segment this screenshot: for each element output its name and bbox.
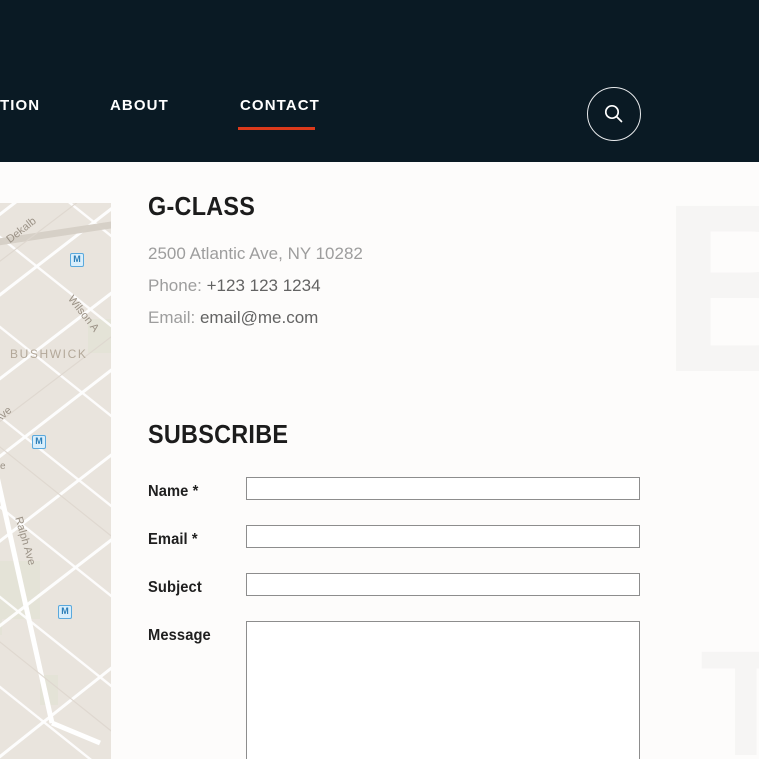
contact-details: 2500 Atlantic Ave, NY 10282 Phone: +123 …	[148, 238, 668, 334]
form-row: Name *	[148, 477, 668, 525]
email-value[interactable]: email@me.com	[200, 308, 318, 327]
site-header: TION ABOUT CONTACT	[0, 0, 759, 162]
form-label-text: Subject	[148, 579, 202, 596]
map-graphic	[0, 203, 111, 759]
form-row: Message	[148, 621, 668, 759]
subway-marker[interactable]: M	[32, 435, 46, 449]
subscribe-title: SUBSCRIBE	[148, 419, 289, 449]
page-title: G-CLASS	[148, 191, 256, 221]
email-field[interactable]	[246, 525, 640, 548]
nav-item-label: CONTACT	[240, 97, 320, 114]
form-label-text: Message	[148, 627, 211, 644]
subject-field-label: Subject	[148, 579, 202, 597]
nav-item-contact[interactable]: CONTACT	[240, 96, 320, 116]
form-label-text: Name	[148, 483, 189, 500]
phone-line: Phone: +123 123 1234	[148, 270, 668, 302]
form-row: Email *	[148, 525, 668, 573]
phone-value[interactable]: +123 123 1234	[207, 276, 321, 295]
form-label-text: Email	[148, 531, 188, 548]
nav-item-label: TION	[0, 97, 41, 114]
email-line: Email: email@me.com	[148, 302, 668, 334]
required-marker: *	[187, 531, 198, 548]
watermark-letter-t: T	[700, 628, 759, 759]
subway-marker[interactable]: M	[58, 605, 72, 619]
location-map[interactable]: DekalbWilson ABUSHWICKAveRalph AveteMMM	[0, 203, 111, 759]
message-field-label: Message	[148, 627, 211, 645]
address-line: 2500 Atlantic Ave, NY 10282	[148, 238, 668, 270]
subject-field[interactable]	[246, 573, 640, 596]
subway-marker[interactable]: M	[70, 253, 84, 267]
required-marker: *	[188, 483, 199, 500]
search-icon	[604, 104, 623, 123]
name-field-label: Name *	[148, 483, 198, 501]
phone-label: Phone:	[148, 276, 202, 295]
search-button[interactable]	[587, 87, 641, 141]
contact-content: G-CLASS 2500 Atlantic Ave, NY 10282 Phon…	[148, 190, 668, 759]
nav-item-label: ABOUT	[110, 97, 169, 114]
email-label: Email:	[148, 308, 196, 327]
nav-item-about[interactable]: ABOUT	[110, 96, 169, 116]
email-field-label: Email *	[148, 531, 198, 549]
active-nav-underline	[238, 127, 315, 130]
subscribe-form: Name * Email * Subject Message	[148, 477, 668, 759]
page-root: B T TION ABOUT CONTACT	[0, 0, 759, 759]
address-text: 2500 Atlantic Ave, NY 10282	[148, 244, 363, 263]
message-field[interactable]	[246, 621, 640, 759]
form-row: Subject	[148, 573, 668, 621]
name-field[interactable]	[246, 477, 640, 500]
watermark-letter-b: B	[660, 168, 759, 408]
nav-item-collection[interactable]: TION	[0, 96, 40, 116]
